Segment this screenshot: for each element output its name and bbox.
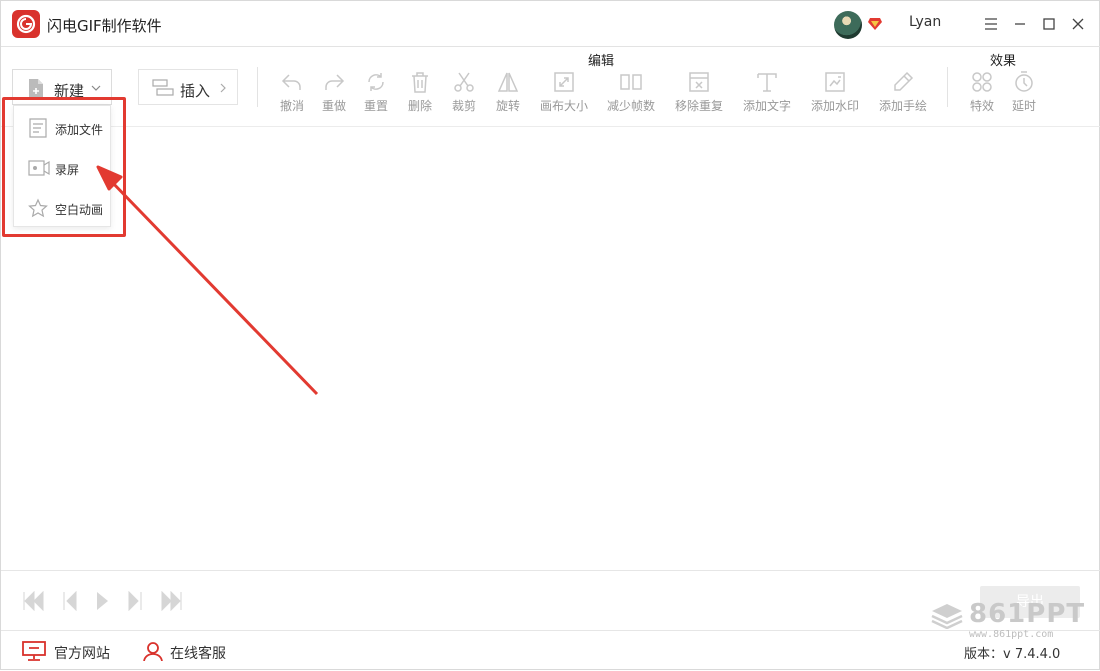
reduce-frames-label: 减少帧数 [606, 99, 655, 113]
online-support-link[interactable]: 在线客服 [141, 641, 241, 662]
next-frame-icon[interactable] [127, 591, 143, 611]
effects-label: 特效 [969, 99, 994, 113]
add-watermark-icon [825, 72, 845, 92]
pencil-icon [894, 71, 914, 91]
watermark-url: www.861ppt.com [969, 629, 1054, 640]
redo-label: 重做 [321, 99, 346, 113]
effects-icon [972, 72, 992, 92]
add-watermark-button[interactable]: 添加水印 [807, 71, 863, 121]
effects-button[interactable]: 特效 [962, 71, 1002, 121]
add-text-icon [757, 73, 777, 92]
delay-label: 延时 [1011, 99, 1036, 113]
rotate-label: 旋转 [495, 99, 520, 113]
avatar[interactable] [834, 11, 862, 39]
redo-button[interactable]: 重做 [314, 71, 354, 121]
insert-button[interactable]: 插入 [138, 69, 238, 105]
chevron-right-icon [220, 83, 226, 93]
toolbar-separator [257, 67, 258, 107]
official-website-label: 官方网站 [54, 646, 110, 662]
monitor-icon [22, 641, 46, 661]
crop-label: 裁剪 [451, 99, 476, 113]
effects-group-label: 效果 [990, 54, 1017, 69]
canvas-size-label: 画布大小 [539, 99, 588, 113]
previous-frame-icon[interactable] [62, 591, 78, 611]
remove-duplicates-icon [689, 72, 709, 92]
delete-label: 删除 [407, 99, 432, 113]
chevron-down-icon [91, 85, 101, 91]
rotate-button[interactable]: 旋转 [488, 71, 528, 121]
canvas-size-icon [554, 72, 574, 92]
version-text: 版本：v 7.4.4.0 [964, 647, 1061, 662]
add-text-button[interactable]: 添加文字 [739, 71, 795, 121]
scissors-icon [454, 72, 474, 92]
close-icon[interactable] [1068, 14, 1088, 34]
online-support-label: 在线客服 [170, 646, 226, 662]
maximize-icon[interactable] [1039, 14, 1059, 34]
app-logo-icon [12, 10, 40, 38]
new-file-icon [29, 79, 43, 97]
remove-duplicates-label: 移除重复 [674, 99, 723, 113]
user-support-icon [143, 642, 163, 661]
first-frame-icon[interactable] [22, 591, 44, 611]
official-website-link[interactable]: 官方网站 [22, 641, 122, 662]
reduce-frames-button[interactable]: 减少帧数 [603, 71, 659, 121]
insert-button-label: 插入 [180, 82, 211, 100]
undo-icon [281, 74, 301, 90]
add-drawing-label: 添加手绘 [878, 99, 927, 113]
reduce-frames-icon [620, 74, 642, 90]
menu-icon[interactable] [981, 14, 1001, 34]
add-drawing-button[interactable]: 添加手绘 [875, 71, 931, 121]
remove-duplicates-button[interactable]: 移除重复 [671, 71, 727, 121]
minimize-icon[interactable] [1010, 14, 1030, 34]
add-text-label: 添加文字 [742, 99, 791, 113]
delete-icon [412, 72, 428, 93]
annotation-highlight-box [2, 97, 126, 237]
insert-icon [152, 79, 174, 96]
app-window: 闪电GIF制作软件 Lyan 编辑 效果 新建 插入 撤消 重做 重置 删除 裁… [0, 0, 1100, 670]
reset-icon [368, 73, 384, 91]
toolbar-separator [947, 67, 948, 107]
username[interactable]: Lyan [909, 14, 941, 30]
watermark-text: 861PPT [969, 599, 1086, 629]
rotate-icon [497, 72, 519, 92]
app-title: 闪电GIF制作软件 [47, 17, 162, 35]
undo-button[interactable]: 撤消 [272, 71, 312, 121]
last-frame-icon[interactable] [161, 591, 183, 611]
add-watermark-label: 添加水印 [810, 99, 859, 113]
play-icon[interactable] [95, 591, 109, 611]
reset-button[interactable]: 重置 [356, 71, 396, 121]
timer-icon [1015, 71, 1033, 92]
toolbar: 编辑 效果 新建 插入 撤消 重做 重置 删除 裁剪 旋转 画布大小 减少帧数 … [1, 47, 1100, 127]
reset-label: 重置 [363, 99, 388, 113]
delay-button[interactable]: 延时 [1004, 71, 1044, 121]
canvas-size-button[interactable]: 画布大小 [536, 71, 592, 121]
crop-button[interactable]: 裁剪 [444, 71, 484, 121]
vip-badge-icon [867, 16, 883, 35]
delete-button[interactable]: 删除 [400, 71, 440, 121]
watermark: 861PPT www.861ppt.com [931, 599, 1091, 645]
title-bar: 闪电GIF制作软件 Lyan [1, 1, 1100, 47]
watermark-logo-icon [931, 604, 963, 629]
undo-label: 撤消 [279, 99, 304, 113]
edit-group-label: 编辑 [588, 54, 615, 69]
redo-icon [325, 74, 345, 90]
